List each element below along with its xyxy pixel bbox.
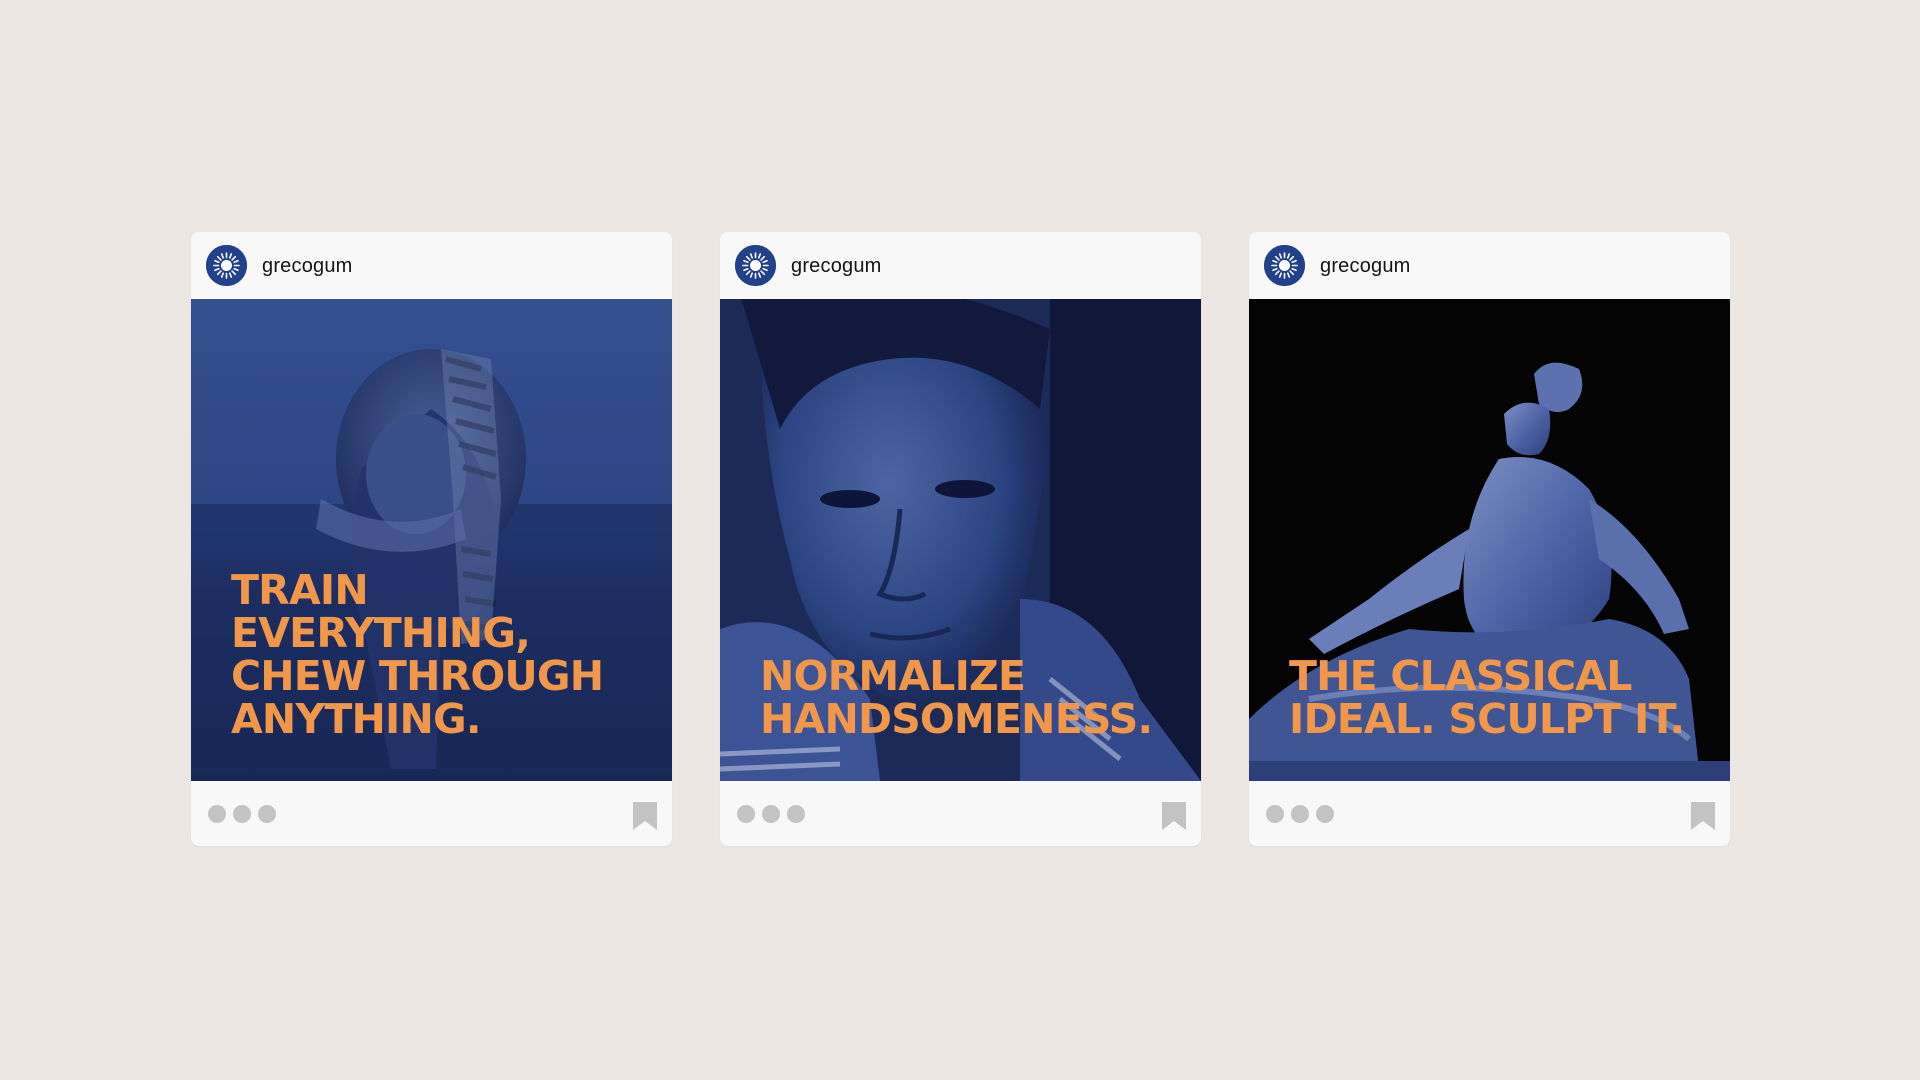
bookmark-icon[interactable]	[633, 802, 657, 830]
post-image[interactable]: THE CLASSICAL IDEAL. SCULPT IT.	[1249, 299, 1730, 781]
post-header: grecogum	[191, 232, 672, 299]
post-username[interactable]: grecogum	[791, 254, 882, 278]
dot	[208, 805, 226, 823]
post-card: grecogum	[1249, 232, 1730, 846]
dot	[1291, 805, 1309, 823]
dot	[1266, 805, 1284, 823]
post-image[interactable]: NORMALIZE HANDSOMENESS.	[720, 299, 1201, 781]
post-header: grecogum	[720, 232, 1201, 299]
post-headline: THE CLASSICAL IDEAL. SCULPT IT.	[1289, 652, 1685, 743]
post-headline: TRAIN EVERYTHING, CHEW THROUGH ANYTHING.	[231, 566, 604, 743]
dot	[762, 805, 780, 823]
post-username[interactable]: grecogum	[1320, 254, 1411, 278]
sunburst-logo-icon[interactable]	[735, 245, 776, 286]
post-username[interactable]: grecogum	[262, 254, 353, 278]
post-grid: grecogum TRAIN EVERYTHING, CHEW THROUGH …	[0, 0, 1920, 1080]
post-footer	[191, 781, 672, 846]
sunburst-logo-icon[interactable]	[206, 245, 247, 286]
more-dots-icon[interactable]	[1266, 805, 1334, 823]
bookmark-icon[interactable]	[1162, 802, 1186, 830]
post-image[interactable]: TRAIN EVERYTHING, CHEW THROUGH ANYTHING.	[191, 299, 672, 781]
post-header: grecogum	[1249, 232, 1730, 299]
dot	[1316, 805, 1334, 823]
post-footer	[720, 781, 1201, 846]
dot	[787, 805, 805, 823]
dot	[233, 805, 251, 823]
dot	[258, 805, 276, 823]
bookmark-icon[interactable]	[1691, 802, 1715, 830]
more-dots-icon[interactable]	[737, 805, 805, 823]
sunburst-logo-icon[interactable]	[1264, 245, 1305, 286]
post-card: grecogum	[720, 232, 1201, 846]
post-headline: NORMALIZE HANDSOMENESS.	[760, 652, 1153, 743]
dot	[737, 805, 755, 823]
post-footer	[1249, 781, 1730, 846]
post-card: grecogum	[191, 232, 672, 846]
more-dots-icon[interactable]	[208, 805, 276, 823]
